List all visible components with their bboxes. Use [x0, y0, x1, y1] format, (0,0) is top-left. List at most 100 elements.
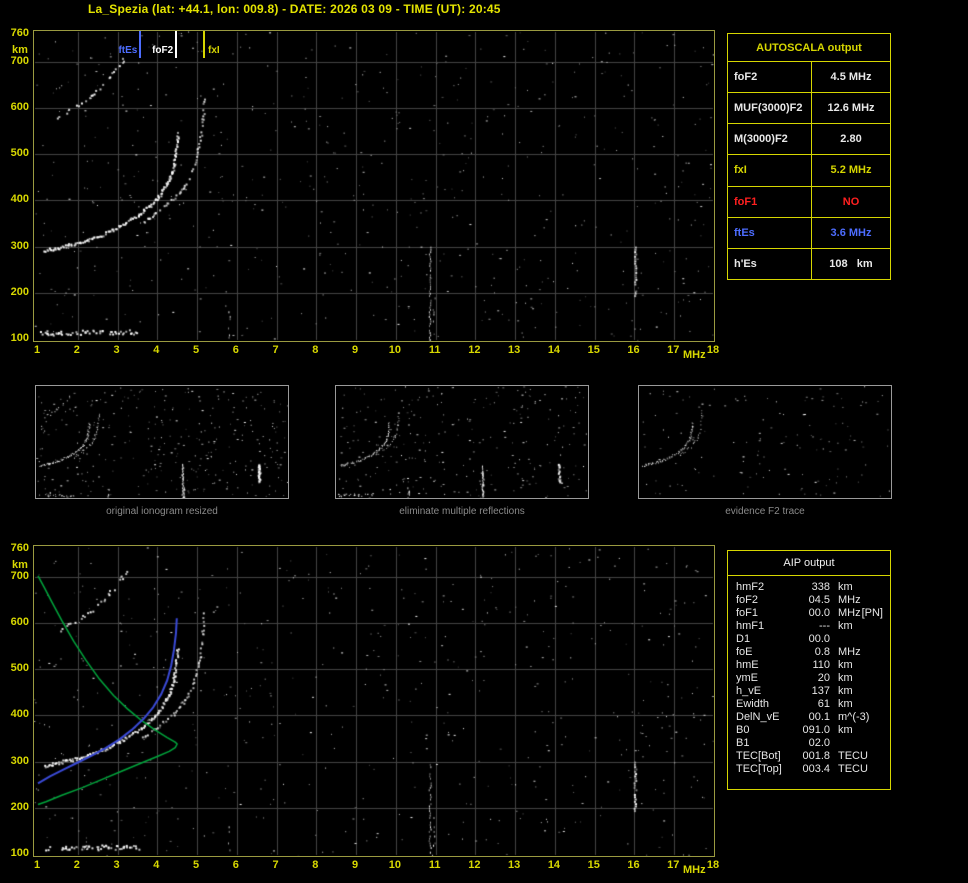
aip-value: 00.0 [808, 607, 830, 619]
x-tick-label-11: 11 [428, 344, 441, 356]
aip-name: TEC[Bot] [736, 750, 781, 762]
autoscala-screen: La_Spezia (lat: +44.1, lon: 009.8) - DAT… [0, 0, 968, 883]
aip-name: foE [736, 646, 753, 658]
aip-unit [830, 633, 838, 646]
aip-row-hve: h_vE 137 km [736, 685, 885, 698]
x-tick-label-7: 7 [272, 344, 279, 356]
aip-unit: MHz [838, 594, 861, 606]
x-tick-label-5: 5 [192, 344, 200, 356]
autoscala-param-value: 2.80 [840, 133, 862, 146]
x-tick-label-8: 8 [312, 344, 319, 356]
y-tick-label-760: 760 [10, 542, 29, 554]
x-tick-label-12: 12 [468, 859, 481, 871]
aip-unit: km [838, 685, 853, 697]
thumbnail-original-ionogram [35, 385, 289, 499]
aip-extra [883, 763, 885, 776]
y-tick-label-600: 600 [10, 100, 29, 113]
autoscala-param-value: 5.2 MHz [830, 164, 872, 177]
aip-unit: MHz [838, 646, 861, 658]
aip-row-hmf1: hmF1 --- km [736, 620, 885, 633]
x-tick-label-16: 16 [627, 344, 640, 356]
y-tick-label-600: 600 [10, 615, 29, 628]
fof2-marker-line [175, 31, 178, 58]
aip-unit: TECU [838, 763, 868, 775]
y-tick-label-400: 400 [10, 193, 29, 206]
fxi-marker-line [203, 31, 205, 58]
x-tick-label-15: 15 [587, 344, 600, 356]
aip-extra [883, 711, 885, 724]
autoscala-rows: foF2 4.5 MHz MUF(3000)F2 12.6 MHz M(3000)F2 2… [728, 62, 890, 279]
aip-value: 338 [811, 581, 830, 593]
y-tick-label-100: 100 [10, 847, 29, 859]
y-tick-label-700: 700 [10, 569, 29, 582]
aip-row-hmf2: hmF2 338 km [736, 581, 885, 594]
aip-unit [830, 737, 838, 750]
autoscala-param-label: MUF(3000)F2 [728, 93, 812, 124]
autoscala-param-value: 108 km [829, 257, 873, 270]
aip-value: 04.5 [808, 594, 830, 606]
x-tick-label-3: 3 [113, 344, 120, 356]
ionogram-canvas-bottom [33, 545, 715, 857]
x-tick-label-12: 12 [468, 344, 481, 356]
aip-extra [883, 594, 885, 607]
aip-header: AIP output [728, 551, 890, 576]
aip-unit: m^(-3) [838, 711, 870, 723]
x-axis-unit: MHz [683, 349, 706, 361]
aip-value: 137 [811, 685, 830, 697]
y-tick-label-300: 300 [10, 754, 29, 767]
aip-name: hmE [736, 659, 759, 671]
aip-extra [883, 698, 885, 711]
aip-value: 003.4 [802, 763, 830, 775]
aip-unit: km [838, 659, 853, 671]
autoscala-param-value: NO [842, 195, 860, 208]
autoscala-param-label: fxI [728, 155, 812, 186]
thumbnail-caption-3: evidence F2 trace [725, 506, 805, 517]
y-tick-label-100: 100 [10, 332, 29, 344]
aip-name: TEC[Top] [736, 763, 782, 775]
aip-value: 20 [817, 672, 830, 684]
aip-value: 00.1 [808, 711, 830, 723]
y-tick-label-200: 200 [10, 285, 29, 298]
x-tick-label-13: 13 [508, 344, 521, 356]
aip-name: foF1 [736, 607, 759, 619]
aip-value: 00.0 [808, 633, 830, 645]
thumbnail-caption-1: original ionogram resized [106, 506, 218, 517]
thumbnail-evidence-f2-trace [638, 385, 892, 499]
x-tick-label-1: 1 [33, 859, 41, 871]
aip-output-box: AIP output hmF2 338 km foF2 04.5 MHz foF1 00.0 M… [727, 550, 891, 790]
aip-extra [883, 685, 885, 698]
aip-name: ymE [736, 672, 758, 684]
autoscala-row-muf3000f2: MUF(3000)F2 12.6 MHz [728, 93, 890, 125]
autoscala-row-hes: h'Es 108 km [728, 248, 890, 279]
aip-name: foF2 [736, 594, 759, 606]
aip-row-fof2: foF2 04.5 MHz [736, 594, 885, 607]
aip-extra [883, 737, 885, 750]
aip-row-yme: ymE 20 km [736, 672, 885, 685]
autoscala-row-m3000f2: M(3000)F2 2.80 [728, 124, 890, 156]
y-tick-label-700: 700 [10, 54, 29, 67]
thumbnail-caption-2: eliminate multiple reflections [399, 506, 525, 517]
aip-name: hmF1 [736, 620, 765, 632]
aip-extra [883, 633, 885, 646]
aip-value: 001.8 [802, 750, 830, 762]
aip-extra [883, 646, 885, 659]
aip-value: 61 [817, 698, 830, 710]
y-tick-label-300: 300 [10, 239, 29, 252]
y-tick-label-400: 400 [10, 708, 29, 721]
x-tick-label-17: 17 [667, 859, 680, 871]
autoscala-param-value: 12.6 MHz [827, 102, 875, 115]
y-axis-unit: km [12, 44, 28, 56]
autoscala-header: AUTOSCALA output [728, 34, 890, 62]
aip-row-b0: B0 091.0 km [736, 724, 885, 737]
aip-value: 091.0 [802, 724, 830, 736]
x-tick-label-4: 4 [153, 859, 160, 871]
aip-extra: [PN] [861, 607, 883, 619]
aip-row-d1: D1 00.0 [736, 633, 885, 646]
aip-unit: km [838, 672, 853, 684]
autoscala-param-label: foF2 [728, 62, 812, 93]
x-tick-label-3: 3 [113, 859, 120, 871]
x-tick-label-15: 15 [587, 859, 600, 871]
fof2-marker-label: foF2 [152, 45, 174, 56]
autoscala-row-fof2: foF2 4.5 MHz [728, 62, 890, 94]
aip-value: 02.0 [808, 737, 830, 749]
